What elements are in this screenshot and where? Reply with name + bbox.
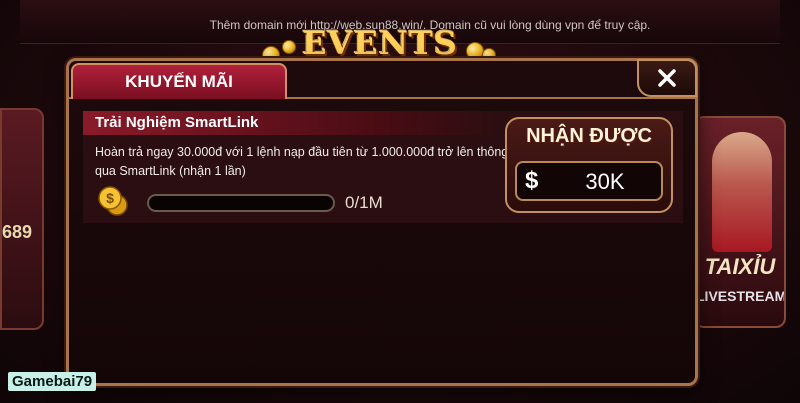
reward-claim-button[interactable]: NHẬN ĐƯỢC $ 30K (505, 117, 673, 213)
tab-khuyen-mai[interactable]: KHUYẾN MÃI (71, 63, 287, 99)
reward-value-box: $ 30K (515, 161, 663, 201)
reward-label: NHẬN ĐƯỢC (526, 125, 652, 147)
close-icon (658, 69, 676, 87)
coin-stack-icon: $ (98, 186, 128, 216)
watermark-logo: Gamebai79 (8, 372, 97, 391)
reward-value: 30K (585, 169, 625, 194)
events-title: EVENTS (302, 24, 458, 62)
game-card-number: 689 (2, 222, 33, 242)
close-button[interactable] (637, 59, 697, 97)
promo-title-bar: Trải Nghiệm SmartLink (83, 111, 503, 135)
dollar-icon: $ (525, 167, 539, 194)
svg-text:$: $ (106, 190, 114, 206)
progress-text: 0/1M (345, 193, 383, 212)
promo-card: Trải Nghiệm SmartLink Hoàn trả ngay 30.0… (83, 111, 683, 223)
promo-description: Hoàn trả ngay 30.000đ với 1 lệnh nạp đầu… (95, 145, 509, 178)
promo-title: Trải Nghiệm SmartLink (95, 114, 259, 131)
promotion-modal: KHUYẾN MÃI Trải Nghiệm SmartLink Hoàn tr… (66, 58, 698, 386)
game-card-subtitle: LIVESTREAM (696, 288, 786, 304)
host-portrait (712, 132, 772, 252)
background-game-card-left[interactable]: 689 (0, 108, 44, 330)
game-card-title: TAIXỈU (704, 254, 776, 279)
progress-bar (147, 194, 335, 212)
background-game-card-taixiu[interactable]: TAIXỈU LIVESTREAM (694, 116, 786, 328)
